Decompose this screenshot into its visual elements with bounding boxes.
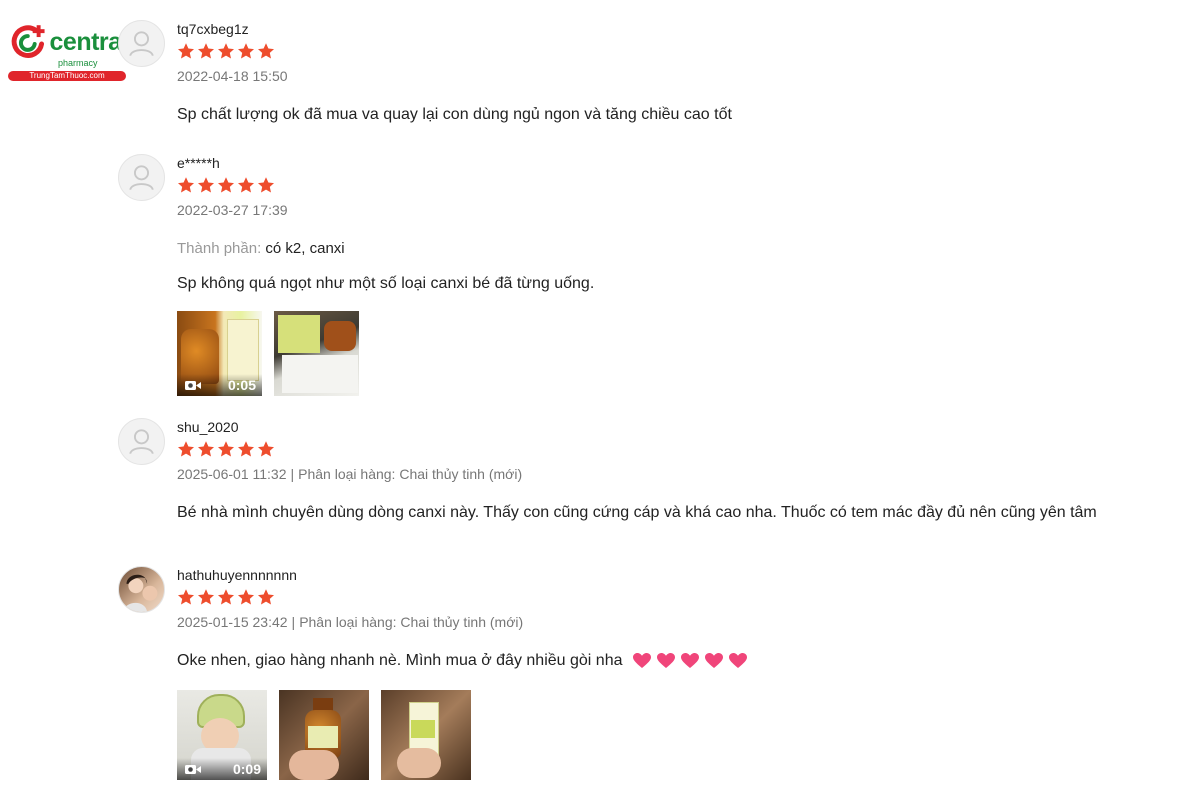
brand-name: central [49, 28, 129, 56]
star-icon [198, 43, 214, 59]
review-text: Bé nhà mình chuyên dùng dòng canxi này. … [177, 504, 1097, 521]
review-video-thumbnail[interactable]: 0:09 [177, 690, 267, 780]
star-icon [238, 177, 254, 193]
review-date: 2025-06-01 11:32 [177, 466, 287, 482]
star-icon [238, 43, 254, 59]
review-image-thumbnail[interactable] [279, 690, 369, 780]
variation-label: Phân loại hàng: [299, 614, 397, 630]
default-user-icon [129, 429, 154, 455]
spec-value: có k2, canxi [265, 240, 345, 257]
avatar[interactable] [118, 154, 165, 201]
emoji-row [632, 652, 747, 669]
brand-sub: pharmacy [58, 58, 98, 68]
review-image-thumbnail[interactable] [381, 690, 471, 780]
heart-icon [632, 652, 651, 668]
review-username: hathuhuyennnnnnn [177, 567, 297, 583]
heart-icon [680, 652, 699, 668]
star-icon [258, 43, 274, 59]
video-camera-icon [185, 381, 201, 390]
review-text: Sp không quá ngọt như một số loại canxi … [177, 275, 595, 292]
review-spec: Thành phần: có k2, canxi [177, 240, 1180, 257]
review-image-thumbnail[interactable] [274, 311, 359, 396]
review-text: Oke nhen, giao hàng nhanh nè. Mình mua ở… [177, 652, 623, 669]
user-photo-icon [122, 574, 158, 612]
star-icon [218, 441, 234, 457]
review-date: 2025-01-15 23:42 [177, 614, 288, 630]
review-date: 2022-03-27 17:39 [177, 202, 288, 218]
review-date: 2022-04-18 15:50 [177, 68, 288, 84]
star-icon [198, 589, 214, 605]
variation-label: Phân loại hàng: [298, 466, 396, 482]
default-user-icon [129, 165, 154, 191]
star-icon [258, 177, 274, 193]
star-icon [218, 589, 234, 605]
star-icon [198, 441, 214, 457]
review-video-thumbnail[interactable]: 0:05 [177, 311, 262, 396]
star-icon [238, 441, 254, 457]
star-icon [198, 177, 214, 193]
heart-icon [728, 652, 747, 668]
avatar[interactable] [118, 418, 165, 465]
heart-icon [704, 652, 723, 668]
heart-icon [656, 652, 675, 668]
star-rating [177, 440, 1180, 458]
video-camera-icon [185, 765, 201, 774]
review-text: Sp chất lượng ok đã mua va quay lại con … [177, 106, 732, 123]
variation-value: Chai thủy tinh (mới) [400, 614, 524, 630]
review-meta: 2022-03-27 17:39 [177, 202, 1180, 218]
avatar[interactable] [118, 566, 165, 613]
star-icon [178, 441, 194, 457]
review-media: 0:09 [177, 690, 1180, 780]
review-meta: 2025-01-15 23:42 | Phân loại hàng: Chai th… [177, 614, 524, 630]
video-duration: 0:09 [232, 761, 261, 777]
video-duration: 0:05 [227, 377, 256, 393]
review-meta: 2025-06-01 11:32 | Phân loại hàng: Chai th… [177, 466, 523, 482]
star-icon [258, 441, 274, 457]
review-username: tq7cxbeg1z [177, 21, 249, 37]
spec-label: Thành phần: [177, 240, 262, 257]
star-icon [218, 43, 234, 59]
star-icon [238, 589, 254, 605]
pharmacy-logo-icon [11, 25, 45, 58]
review-text-row: Oke nhen, giao hàng nhanh nè. Mình mua ở… [177, 652, 1180, 670]
review-meta: 2022-04-18 15:50 [177, 68, 1180, 84]
variation-value: Chai thủy tinh (mới) [399, 466, 523, 482]
review-username: shu_2020 [177, 419, 239, 435]
star-icon [218, 177, 234, 193]
star-icon [258, 589, 274, 605]
star-rating [177, 42, 1180, 60]
default-user-icon [129, 31, 154, 57]
star-icon [178, 177, 194, 193]
star-rating [177, 588, 1180, 606]
review-media: 0:05 [177, 311, 1180, 396]
star-icon [178, 589, 194, 605]
star-rating [177, 176, 1180, 194]
star-icon [178, 43, 194, 59]
brand-site: TrungTamThuoc.com [8, 71, 126, 81]
central-pharmacy-logo[interactable]: central pharmacy TrungTamThuoc.com [8, 22, 129, 82]
avatar[interactable] [118, 20, 165, 67]
review-username: e*****h [177, 155, 220, 171]
